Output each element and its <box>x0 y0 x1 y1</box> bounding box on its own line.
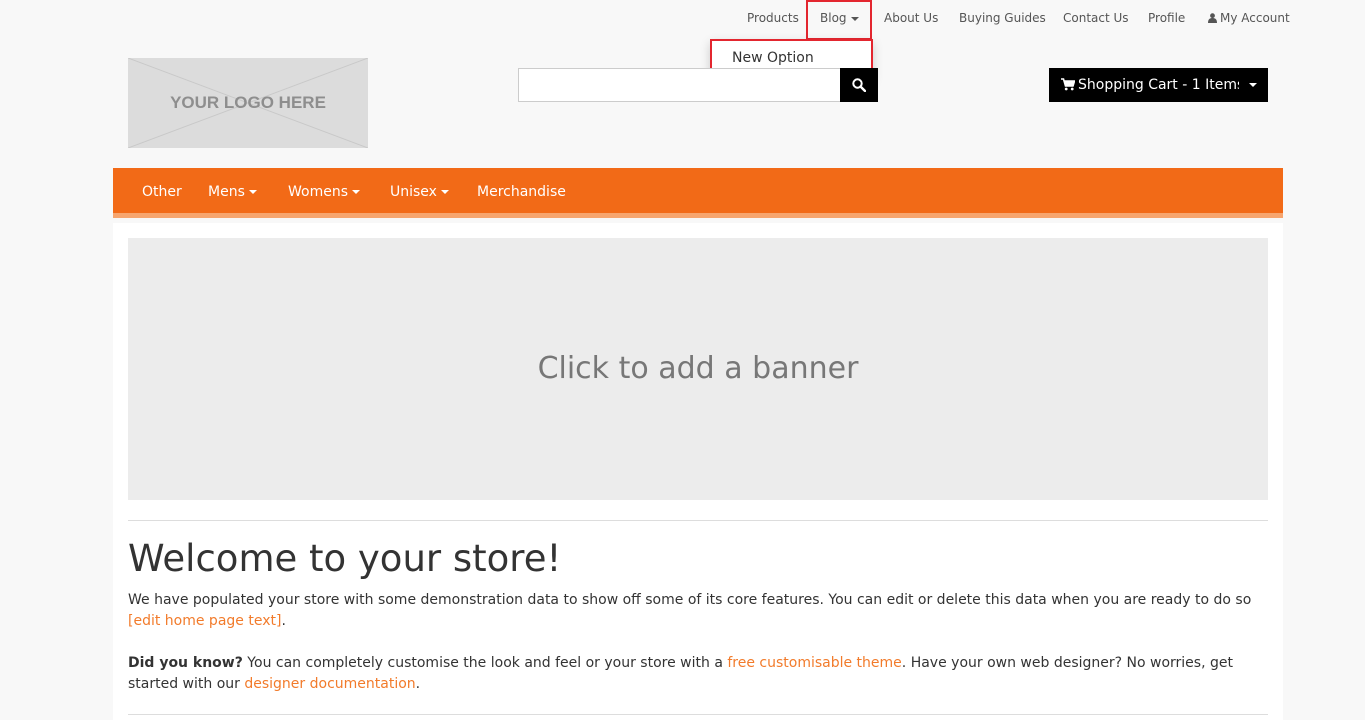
nav-item-unisex-label: Unisex <box>390 184 437 200</box>
nav-item-mens[interactable]: Mens <box>208 168 257 213</box>
logo-text: YOUR LOGO HERE <box>170 93 326 112</box>
top-nav-profile[interactable]: Profile <box>1148 0 1185 36</box>
welcome-intro: We have populated your store with some d… <box>128 590 1268 632</box>
did-you-know-text-1: You can completely customise the look an… <box>242 655 728 671</box>
top-nav: Products Blog About Us Buying Guides Con… <box>0 0 1365 36</box>
main-content: Click to add a banner Welcome to your st… <box>113 223 1283 720</box>
caret-down-icon <box>1249 83 1257 87</box>
caret-down-icon <box>440 190 449 194</box>
blog-highlight-box <box>806 0 872 40</box>
search-icon <box>852 78 866 92</box>
top-nav-products[interactable]: Products <box>747 0 799 36</box>
welcome-title: Welcome to your store! <box>128 537 562 580</box>
search-button[interactable] <box>840 68 878 102</box>
top-nav-my-account-label: My Account <box>1220 11 1290 25</box>
user-icon <box>1208 13 1217 23</box>
divider <box>128 714 1268 715</box>
top-nav-about-us[interactable]: About Us <box>884 0 938 36</box>
nav-item-other[interactable]: Other <box>142 168 182 213</box>
store-logo[interactable]: YOUR LOGO HERE <box>128 58 368 148</box>
designer-documentation-link[interactable]: designer documentation <box>244 676 415 692</box>
free-customisable-theme-link[interactable]: free customisable theme <box>727 655 901 671</box>
nav-item-womens-label: Womens <box>288 184 349 200</box>
nav-item-womens[interactable]: Womens <box>288 168 361 213</box>
top-nav-contact-us[interactable]: Contact Us <box>1063 0 1129 36</box>
welcome-intro-text: We have populated your store with some d… <box>128 592 1252 608</box>
did-you-know-end: . <box>415 676 421 692</box>
welcome-intro-end: . <box>281 613 286 629</box>
nav-item-unisex[interactable]: Unisex <box>390 168 449 213</box>
nav-item-merchandise[interactable]: Merchandise <box>477 168 566 213</box>
shopping-cart-icon <box>1061 78 1076 91</box>
top-nav-buying-guides[interactable]: Buying Guides <box>959 0 1046 36</box>
search-input[interactable] <box>518 68 841 102</box>
shopping-cart-button[interactable]: Shopping Cart - 1 Items <box>1049 68 1244 102</box>
edit-home-page-text-link[interactable]: [edit home page text] <box>128 613 281 629</box>
nav-item-mens-label: Mens <box>208 184 245 200</box>
caret-down-icon <box>352 190 361 194</box>
did-you-know-paragraph: Did you know? You can completely customi… <box>128 653 1268 695</box>
caret-down-icon <box>248 190 257 194</box>
main-category-nav: Other Mens Womens Unisex Merchandise <box>113 168 1283 218</box>
did-you-know-label: Did you know? <box>128 655 243 671</box>
banner-placeholder[interactable]: Click to add a banner <box>128 238 1268 500</box>
divider <box>128 520 1268 521</box>
top-nav-my-account[interactable]: My Account <box>1208 0 1290 36</box>
shopping-cart-label: Shopping Cart - 1 Items <box>1078 77 1245 93</box>
cart-dropdown-toggle[interactable] <box>1239 68 1268 102</box>
